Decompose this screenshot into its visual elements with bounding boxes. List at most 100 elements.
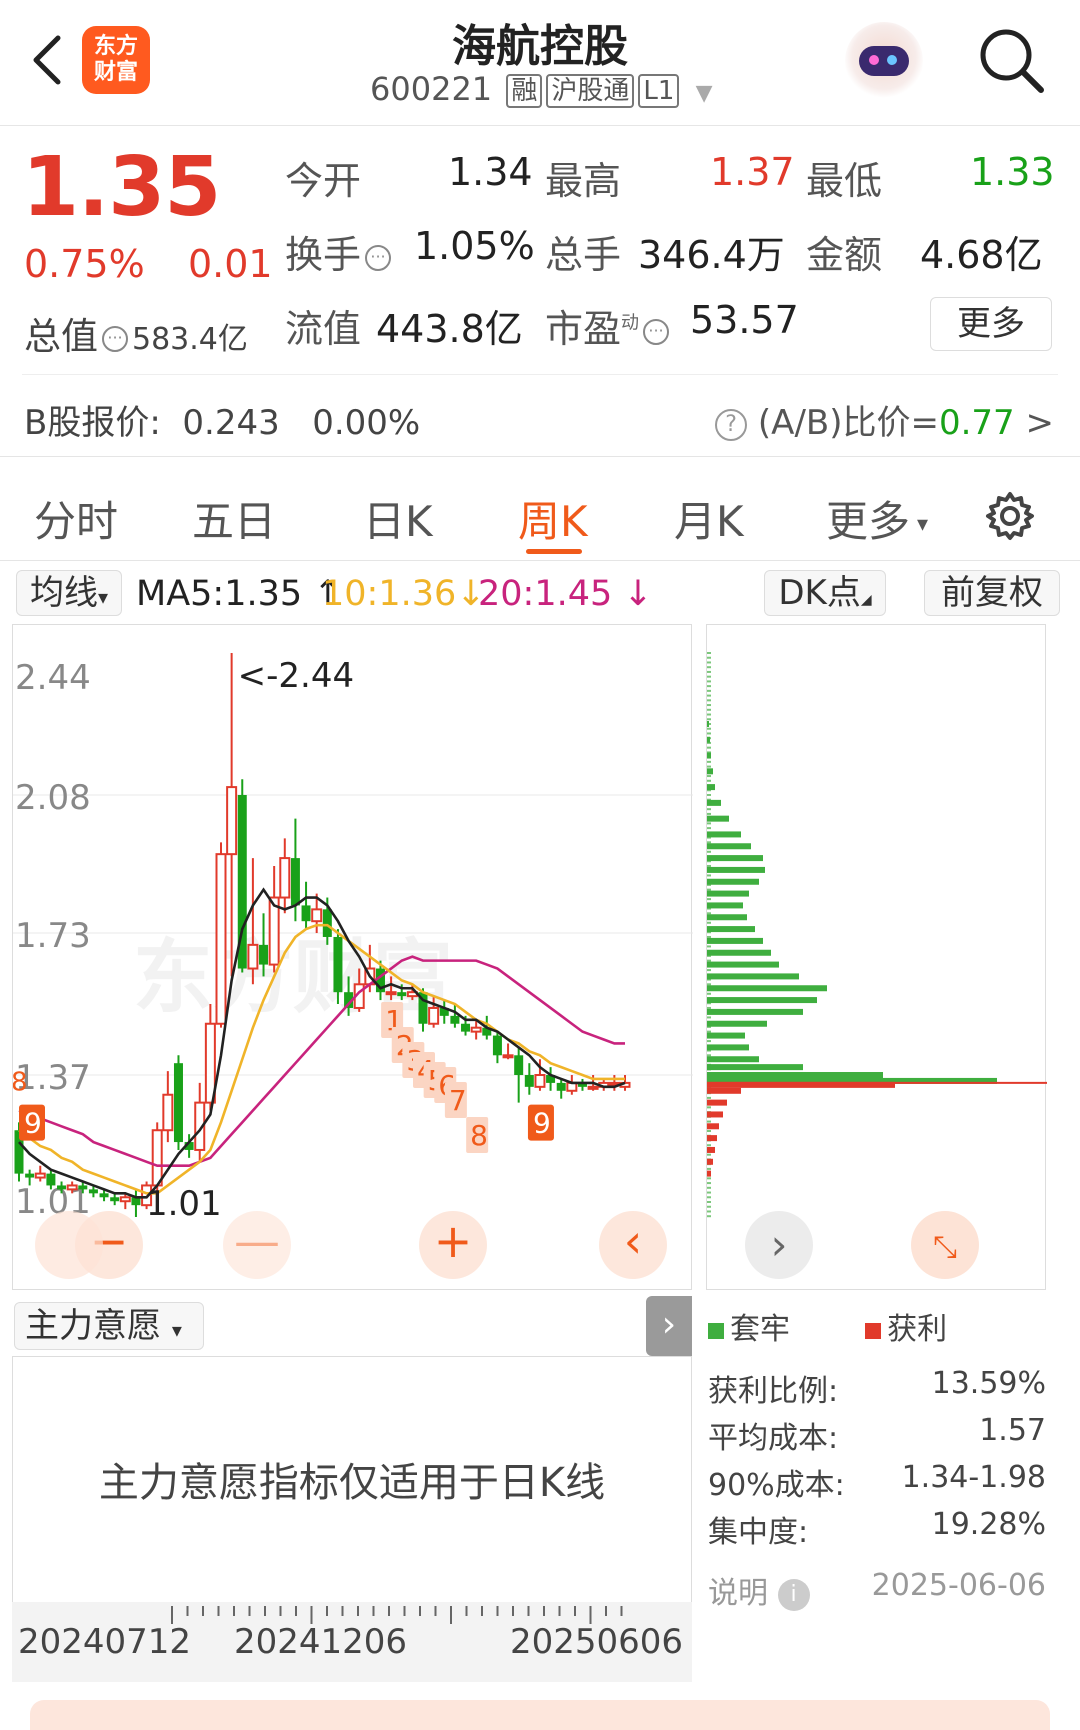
chip-bar [707, 1087, 741, 1094]
chip-bar [707, 1056, 759, 1063]
ma-type-label: 均线 [29, 573, 98, 613]
x-label-end: 20250606 [510, 1622, 684, 1662]
volume-label-text: 总手 [545, 233, 622, 277]
chevron-right-icon: > [1025, 403, 1055, 443]
td-mark: 8 [470, 1119, 488, 1152]
chip-bar [707, 973, 799, 980]
candle-body [470, 1026, 482, 1033]
chip-bar [707, 768, 713, 775]
low-value: 1.33 [970, 150, 1055, 194]
indicator-dropdown[interactable]: 主力意愿 ▾ [14, 1302, 204, 1350]
legend-trap-swatch [708, 1322, 724, 1339]
open-label: 今开 [285, 159, 362, 203]
assistant-robot-icon[interactable] [845, 22, 923, 100]
chip-bar [707, 1158, 713, 1165]
low-label-text: 最低 [806, 159, 883, 203]
candle-body [215, 853, 227, 1025]
more-quote-button[interactable]: 更多 [930, 297, 1052, 351]
candle-body [333, 936, 343, 993]
ab-ratio-link[interactable]: ? (A/B)比价=0.77 > [715, 395, 1054, 444]
dropdown-triangle-icon: ▼ [695, 81, 713, 106]
expand-glyph: ⤡ [933, 1230, 957, 1265]
chip-bar [707, 1044, 749, 1051]
ma20-legend: 20:1.45 ↓ [478, 574, 653, 614]
chip-bar [707, 1170, 711, 1177]
tab-intraday[interactable]: 分时 [34, 488, 118, 549]
chip-bar [707, 997, 817, 1004]
y-tick-label: 1.73 [15, 916, 91, 956]
adjust-mode-button[interactable]: 前复权 [924, 570, 1060, 616]
chip-bar [707, 1146, 715, 1153]
chip-bar [707, 1072, 883, 1079]
chip-bar [707, 1123, 719, 1130]
candle-body [514, 1055, 524, 1076]
zoom-out-icon[interactable] [223, 1211, 291, 1279]
info-dots-icon: ··· [365, 244, 392, 271]
tag-connect: 沪股通 [546, 74, 635, 108]
candle-body [119, 1196, 131, 1203]
candle-body [151, 1129, 163, 1187]
min-price-label: 1.01 [146, 1184, 222, 1224]
market-cap[interactable]: 总值 ··· 583.4亿 [24, 306, 248, 360]
chip-svg: › ⤡ [707, 652, 1047, 1279]
high-label: 最高 [545, 150, 621, 205]
chip-bar [707, 1008, 803, 1015]
watermark-text: 东方财富 [133, 931, 453, 1024]
tab-more[interactable]: 更多 ▾ [826, 488, 928, 549]
chip-bar [707, 752, 711, 759]
stock-code-line[interactable]: 600221 融沪股通 L1 ▼ [370, 70, 712, 108]
indicator-label: 主力意愿 [25, 1306, 161, 1346]
tab-monthly-k[interactable]: 月K [674, 488, 744, 549]
open-item: 今开 [285, 150, 361, 205]
top-bar: 东方财富 海航控股 600221 融沪股通 L1 ▼ [0, 0, 1080, 126]
candle-body [290, 858, 300, 906]
candle-body [57, 1185, 67, 1190]
candle-body [450, 1015, 460, 1024]
expand-panel-chevron-icon[interactable]: › [646, 1296, 692, 1356]
ma5-legend: MA5:1.35 ↑ [136, 574, 343, 614]
chip-bar [707, 961, 779, 968]
candle-body [301, 905, 311, 922]
info-icon[interactable]: i [777, 1578, 810, 1611]
zoom-in-icon-glyph: + [434, 1214, 473, 1268]
tag-level: L1 [638, 74, 680, 108]
candle-body [279, 857, 291, 899]
kline-chart[interactable]: 东方财富2.442.081.731.371.01<-2.441.01123456… [11, 624, 693, 1290]
chip-bar [707, 1032, 745, 1039]
chip-bar [707, 784, 715, 791]
candle-body [88, 1189, 98, 1194]
chip-bar [707, 890, 749, 897]
turnover-label[interactable]: 换手 ··· [285, 224, 395, 279]
high-value: 1.37 [710, 150, 795, 194]
pe-label[interactable]: 市盈动 ··· [545, 298, 673, 353]
help-icon[interactable]: ? [715, 408, 748, 441]
float-cap-value: 443.8亿 [376, 307, 523, 351]
chip-legend: 套牢 获利 [708, 1304, 947, 1348]
gear-icon[interactable] [984, 490, 1036, 542]
market-cap-value: 583.4亿 [132, 322, 248, 357]
chip-bar [707, 1020, 767, 1027]
x-label-start: 20240712 [18, 1622, 192, 1662]
scroll-left-edge-icon[interactable] [35, 1211, 103, 1279]
change-percent: 0.75% [24, 242, 145, 286]
chip-bar [707, 720, 709, 727]
tab-five-day[interactable]: 五日 [192, 488, 276, 549]
bottom-panel-edge [30, 1700, 1050, 1730]
turnover-value: 1.05% [414, 224, 535, 268]
search-icon[interactable] [975, 24, 1047, 96]
tab-daily-k[interactable]: 日K [363, 488, 433, 549]
dk-point-button[interactable]: DK点◢ [764, 570, 886, 616]
chip-bar [707, 1111, 723, 1118]
chip-bar [707, 937, 763, 944]
chip-bar [707, 949, 771, 956]
corner-triangle-icon: ◢ [860, 592, 872, 608]
ma-type-dropdown[interactable]: 均线▾ [16, 570, 122, 616]
market-cap-label: 总值 [24, 315, 98, 358]
note-row[interactable]: 说明 i 2025-06-06 [708, 1568, 1046, 1612]
amount-label-text: 金额 [806, 233, 883, 277]
tab-weekly-k[interactable]: 周K [518, 488, 588, 549]
candle-body [173, 1063, 183, 1143]
legend-profit-swatch [865, 1322, 882, 1339]
chip-distribution-chart[interactable]: › ⤡ [706, 624, 1047, 1290]
candle-body [110, 1197, 120, 1202]
